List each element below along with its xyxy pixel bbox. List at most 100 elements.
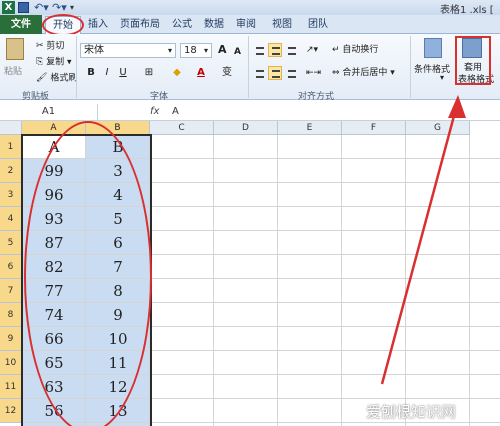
merge-center-label: 合并后居中 — [342, 68, 388, 78]
group-divider — [248, 36, 249, 98]
wrap-text-label: 自动换行 — [342, 45, 379, 55]
group-label-alignment: 对齐方式 — [298, 92, 335, 102]
wrap-text-button[interactable]: ↵ 自动换行 — [332, 44, 378, 56]
tab-data[interactable]: 数据 — [200, 16, 228, 33]
fx-icon[interactable]: fx — [150, 104, 159, 120]
select-all-corner[interactable] — [0, 121, 22, 135]
italic-button[interactable]: I — [100, 66, 114, 80]
align-top-icon — [256, 47, 264, 55]
copy-button[interactable]: ⎘ 复制 ▾ — [36, 56, 71, 69]
scissors-icon: ✂ — [36, 41, 44, 51]
row-header-6[interactable]: 6 — [0, 255, 22, 279]
row-header-5[interactable]: 5 — [0, 231, 22, 255]
column-gridline — [405, 135, 406, 426]
font-size-select[interactable]: 18 ▾ — [180, 43, 212, 58]
align-right-button[interactable] — [284, 66, 298, 80]
group-divider — [76, 36, 77, 98]
group-label-clipboard: 剪贴板 — [22, 92, 50, 102]
conditional-format-button[interactable]: 条件格式 — [414, 64, 450, 76]
chevron-down-icon: ▾ — [167, 46, 172, 55]
conditional-format-icon[interactable] — [424, 38, 442, 58]
align-left-icon — [256, 70, 264, 78]
align-center-button[interactable] — [268, 66, 282, 80]
merge-icon: ⇔ — [332, 68, 340, 78]
formula-bar: A1 fx A — [0, 103, 500, 121]
fill-color-icon[interactable]: ◆ — [170, 66, 184, 80]
orientation-icon[interactable]: ↗▾ — [306, 44, 318, 56]
font-size-value: 18 — [184, 45, 197, 56]
format-painter-button[interactable]: 🖌 格式刷 — [36, 72, 77, 85]
tab-formulas[interactable]: 公式 — [168, 16, 196, 33]
row-header-7[interactable]: 7 — [0, 279, 22, 303]
home-tab-annotation-circle — [42, 14, 84, 36]
window-title: 表格1 .xls [ — [440, 5, 494, 16]
align-right-icon — [288, 70, 296, 78]
wrap-text-icon: ↵ — [332, 45, 340, 55]
column-gridline — [213, 135, 214, 426]
row-header-10[interactable]: 10 — [0, 351, 22, 375]
tab-insert[interactable]: 插入 — [84, 16, 112, 33]
align-top-button[interactable] — [252, 43, 266, 57]
copy-icon: ⎘ — [36, 57, 44, 67]
align-middle-icon — [272, 47, 280, 55]
group-divider — [410, 36, 411, 98]
column-header-g[interactable]: G — [406, 121, 470, 135]
table-format-annotation-box — [455, 36, 491, 85]
column-gridline — [469, 135, 470, 426]
excel-logo-icon: X — [2, 1, 15, 14]
tab-page-layout[interactable]: 页面布局 — [116, 16, 164, 33]
font-name-select[interactable]: 宋体 ▾ — [80, 43, 176, 58]
underline-button[interactable]: U — [116, 66, 130, 80]
column-header-c[interactable]: C — [150, 121, 214, 135]
customize-toolbar-icon[interactable]: ▾ — [70, 1, 80, 14]
column-gridline — [341, 135, 342, 426]
align-left-button[interactable] — [252, 66, 266, 80]
chevron-down-icon: ▾ — [203, 46, 208, 55]
indent-icon[interactable]: ⇤⇥ — [306, 67, 321, 79]
paste-icon[interactable] — [6, 38, 24, 60]
name-box[interactable]: A1 — [0, 104, 98, 120]
watermark: 爱刨根知识网 — [366, 403, 457, 421]
row-header-1[interactable]: 1 — [0, 135, 22, 159]
tab-team[interactable]: 团队 — [304, 16, 332, 33]
grow-font-button[interactable]: A — [218, 44, 227, 56]
tab-view[interactable]: 视图 — [268, 16, 296, 33]
undo-icon[interactable]: ↶▾ — [34, 1, 49, 14]
align-bottom-button[interactable] — [284, 43, 298, 57]
title-bar: X ↶▾ ↷▾ ▾ 表格1 .xls [ — [0, 0, 500, 16]
shrink-font-button[interactable]: A — [234, 46, 241, 58]
save-icon[interactable] — [18, 2, 29, 13]
row-header-11[interactable]: 11 — [0, 375, 22, 399]
columns-annotation-ellipse — [24, 121, 152, 426]
column-header-d[interactable]: D — [214, 121, 278, 135]
format-painter-label: 格式刷 — [50, 73, 78, 84]
align-center-icon — [272, 70, 280, 78]
phonetic-icon[interactable]: 变 — [220, 66, 234, 80]
row-header-2[interactable]: 2 — [0, 159, 22, 183]
paste-button-label[interactable]: 粘贴 — [4, 64, 22, 77]
merge-center-button[interactable]: ⇔ 合并后居中 ▾ — [332, 67, 395, 79]
formula-input[interactable]: A — [172, 104, 179, 120]
cut-label: 剪切 — [46, 41, 65, 52]
cut-button[interactable]: ✂ 剪切 — [36, 40, 64, 53]
row-header-12[interactable]: 12 — [0, 399, 22, 423]
tab-review[interactable]: 审阅 — [232, 16, 260, 33]
tab-file[interactable]: 文件 — [0, 15, 42, 34]
row-header-9[interactable]: 9 — [0, 327, 22, 351]
row-header-3[interactable]: 3 — [0, 183, 22, 207]
align-middle-button[interactable] — [268, 43, 282, 57]
font-name-value: 宋体 — [84, 45, 104, 56]
row-header-4[interactable]: 4 — [0, 207, 22, 231]
column-header-f[interactable]: F — [342, 121, 406, 135]
copy-label: 复制 — [46, 57, 65, 68]
borders-icon[interactable]: ⊞ — [142, 66, 156, 80]
column-header-e[interactable]: E — [278, 121, 342, 135]
redo-icon[interactable]: ↷▾ — [52, 1, 67, 14]
column-gridline — [277, 135, 278, 426]
brush-icon: 🖌 — [36, 73, 48, 83]
row-header-8[interactable]: 8 — [0, 303, 22, 327]
arrow-shaft — [380, 100, 460, 385]
group-label-font: 字体 — [150, 92, 169, 102]
bold-button[interactable]: B — [84, 66, 98, 80]
font-color-button[interactable]: A — [194, 66, 208, 80]
